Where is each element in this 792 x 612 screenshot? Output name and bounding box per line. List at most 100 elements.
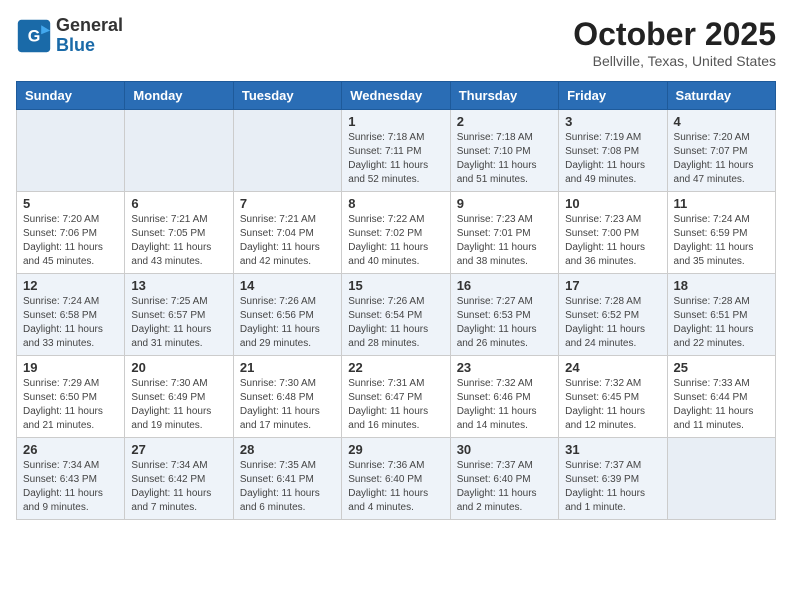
day-info: Sunrise: 7:26 AM Sunset: 6:56 PM Dayligh… (240, 295, 335, 351)
calendar-day-cell: 23Sunrise: 7:32 AM Sunset: 6:46 PM Dayli… (450, 356, 558, 438)
day-number: 9 (457, 196, 552, 211)
day-info: Sunrise: 7:29 AM Sunset: 6:50 PM Dayligh… (23, 377, 118, 433)
day-info: Sunrise: 7:33 AM Sunset: 6:44 PM Dayligh… (674, 377, 769, 433)
day-info: Sunrise: 7:28 AM Sunset: 6:52 PM Dayligh… (565, 295, 660, 351)
day-number: 17 (565, 278, 660, 293)
calendar-day-cell: 30Sunrise: 7:37 AM Sunset: 6:40 PM Dayli… (450, 438, 558, 520)
month-title: October 2025 (573, 16, 776, 53)
day-info: Sunrise: 7:23 AM Sunset: 7:01 PM Dayligh… (457, 213, 552, 269)
day-info: Sunrise: 7:34 AM Sunset: 6:43 PM Dayligh… (23, 459, 118, 515)
calendar-day-cell: 14 Sunrise: 7:26 AM Sunset: 6:56 PM Dayli… (233, 274, 341, 356)
day-number: 13 (131, 278, 226, 293)
calendar-day-cell: 2 Sunrise: 7:18 AM Sunset: 7:10 PM Daylig… (450, 110, 558, 192)
calendar-day-cell: 8 Sunrise: 7:22 AM Sunset: 7:02 PM Daylig… (342, 192, 450, 274)
calendar-day-cell: 29 Sunrise: 7:36 AM Sunset: 6:40 PM Dayli… (342, 438, 450, 520)
day-number: 28 (240, 442, 335, 457)
logo-icon: G (16, 18, 52, 54)
day-number: 8 (348, 196, 443, 211)
day-info: Sunrise: 7:18 AM Sunset: 7:11 PM Dayligh… (348, 131, 443, 187)
day-number: 30 (457, 442, 552, 457)
calendar-day-cell: 16 Sunrise: 7:27 AM Sunset: 6:53 PM Dayli… (450, 274, 558, 356)
day-info: Sunrise: 7:32 AM Sunset: 6:45 PM Dayligh… (565, 377, 660, 433)
calendar-day-cell: 12Sunrise: 7:24 AM Sunset: 6:58 PM Dayli… (17, 274, 125, 356)
calendar-header-row: SundayMondayTuesdayWednesdayThursdayFrid… (17, 82, 776, 110)
day-info: Sunrise: 7:24 AM Sunset: 6:58 PM Dayligh… (23, 295, 118, 351)
day-number: 10 (565, 196, 660, 211)
day-info: Sunrise: 7:34 AM Sunset: 6:42 PM Dayligh… (131, 459, 226, 515)
calendar-week-row: 19 Sunrise: 7:29 AM Sunset: 6:50 PM Dayli… (17, 356, 776, 438)
svg-text:G: G (28, 27, 41, 45)
calendar-week-row: 12Sunrise: 7:24 AM Sunset: 6:58 PM Dayli… (17, 274, 776, 356)
page-header: G General Blue October 2025 Bellville, T… (16, 16, 776, 69)
day-number: 29 (348, 442, 443, 457)
calendar-day-cell: 9 Sunrise: 7:23 AM Sunset: 7:01 PM Daylig… (450, 192, 558, 274)
day-number: 2 (457, 114, 552, 129)
day-info: Sunrise: 7:27 AM Sunset: 6:53 PM Dayligh… (457, 295, 552, 351)
calendar-table: SundayMondayTuesdayWednesdayThursdayFrid… (16, 81, 776, 520)
weekday-header: Thursday (450, 82, 558, 110)
weekday-header: Saturday (667, 82, 775, 110)
day-number: 25 (674, 360, 769, 375)
weekday-header: Friday (559, 82, 667, 110)
day-info: Sunrise: 7:32 AM Sunset: 6:46 PM Dayligh… (457, 377, 552, 433)
day-info: Sunrise: 7:28 AM Sunset: 6:51 PM Dayligh… (674, 295, 769, 351)
day-info: Sunrise: 7:18 AM Sunset: 7:10 PM Dayligh… (457, 131, 552, 187)
weekday-header: Wednesday (342, 82, 450, 110)
day-info: Sunrise: 7:37 AM Sunset: 6:39 PM Dayligh… (565, 459, 660, 515)
calendar-day-cell: 5 Sunrise: 7:20 AM Sunset: 7:06 PM Daylig… (17, 192, 125, 274)
day-number: 20 (131, 360, 226, 375)
day-info: Sunrise: 7:31 AM Sunset: 6:47 PM Dayligh… (348, 377, 443, 433)
calendar-day-cell: 15Sunrise: 7:26 AM Sunset: 6:54 PM Dayli… (342, 274, 450, 356)
day-number: 31 (565, 442, 660, 457)
day-info: Sunrise: 7:30 AM Sunset: 6:49 PM Dayligh… (131, 377, 226, 433)
calendar-day-cell: 28Sunrise: 7:35 AM Sunset: 6:41 PM Dayli… (233, 438, 341, 520)
weekday-header: Sunday (17, 82, 125, 110)
day-number: 16 (457, 278, 552, 293)
day-info: Sunrise: 7:20 AM Sunset: 7:06 PM Dayligh… (23, 213, 118, 269)
day-number: 27 (131, 442, 226, 457)
day-info: Sunrise: 7:30 AM Sunset: 6:48 PM Dayligh… (240, 377, 335, 433)
calendar-day-cell (125, 110, 233, 192)
day-info: Sunrise: 7:21 AM Sunset: 7:04 PM Dayligh… (240, 213, 335, 269)
calendar-day-cell: 17 Sunrise: 7:28 AM Sunset: 6:52 PM Dayli… (559, 274, 667, 356)
day-number: 5 (23, 196, 118, 211)
day-number: 7 (240, 196, 335, 211)
day-info: Sunrise: 7:23 AM Sunset: 7:00 PM Dayligh… (565, 213, 660, 269)
weekday-header: Tuesday (233, 82, 341, 110)
calendar-day-cell: 13 Sunrise: 7:25 AM Sunset: 6:57 PM Dayli… (125, 274, 233, 356)
calendar-day-cell: 11 Sunrise: 7:24 AM Sunset: 6:59 PM Dayli… (667, 192, 775, 274)
day-number: 19 (23, 360, 118, 375)
day-number: 18 (674, 278, 769, 293)
calendar-week-row: 5 Sunrise: 7:20 AM Sunset: 7:06 PM Daylig… (17, 192, 776, 274)
day-number: 6 (131, 196, 226, 211)
calendar-day-cell: 19 Sunrise: 7:29 AM Sunset: 6:50 PM Dayli… (17, 356, 125, 438)
calendar-day-cell: 18 Sunrise: 7:28 AM Sunset: 6:51 PM Dayli… (667, 274, 775, 356)
day-number: 22 (348, 360, 443, 375)
calendar-day-cell: 31 Sunrise: 7:37 AM Sunset: 6:39 PM Dayli… (559, 438, 667, 520)
day-number: 24 (565, 360, 660, 375)
calendar-day-cell: 3Sunrise: 7:19 AM Sunset: 7:08 PM Daylig… (559, 110, 667, 192)
day-info: Sunrise: 7:21 AM Sunset: 7:05 PM Dayligh… (131, 213, 226, 269)
day-info: Sunrise: 7:25 AM Sunset: 6:57 PM Dayligh… (131, 295, 226, 351)
calendar-day-cell: 26 Sunrise: 7:34 AM Sunset: 6:43 PM Dayli… (17, 438, 125, 520)
calendar-day-cell: 22 Sunrise: 7:31 AM Sunset: 6:47 PM Dayli… (342, 356, 450, 438)
weekday-header: Monday (125, 82, 233, 110)
calendar-day-cell (233, 110, 341, 192)
day-number: 26 (23, 442, 118, 457)
day-number: 4 (674, 114, 769, 129)
calendar-day-cell: 4 Sunrise: 7:20 AM Sunset: 7:07 PM Daylig… (667, 110, 775, 192)
calendar-day-cell: 7 Sunrise: 7:21 AM Sunset: 7:04 PM Daylig… (233, 192, 341, 274)
day-info: Sunrise: 7:24 AM Sunset: 6:59 PM Dayligh… (674, 213, 769, 269)
calendar-day-cell: 21Sunrise: 7:30 AM Sunset: 6:48 PM Dayli… (233, 356, 341, 438)
calendar-day-cell: 27 Sunrise: 7:34 AM Sunset: 6:42 PM Dayli… (125, 438, 233, 520)
logo-text: General Blue (56, 16, 123, 56)
day-number: 14 (240, 278, 335, 293)
calendar-week-row: 1Sunrise: 7:18 AM Sunset: 7:11 PM Daylig… (17, 110, 776, 192)
day-info: Sunrise: 7:22 AM Sunset: 7:02 PM Dayligh… (348, 213, 443, 269)
day-info: Sunrise: 7:36 AM Sunset: 6:40 PM Dayligh… (348, 459, 443, 515)
day-info: Sunrise: 7:20 AM Sunset: 7:07 PM Dayligh… (674, 131, 769, 187)
day-number: 11 (674, 196, 769, 211)
day-info: Sunrise: 7:19 AM Sunset: 7:08 PM Dayligh… (565, 131, 660, 187)
calendar-day-cell: 10 Sunrise: 7:23 AM Sunset: 7:00 PM Dayli… (559, 192, 667, 274)
calendar-week-row: 26 Sunrise: 7:34 AM Sunset: 6:43 PM Dayli… (17, 438, 776, 520)
